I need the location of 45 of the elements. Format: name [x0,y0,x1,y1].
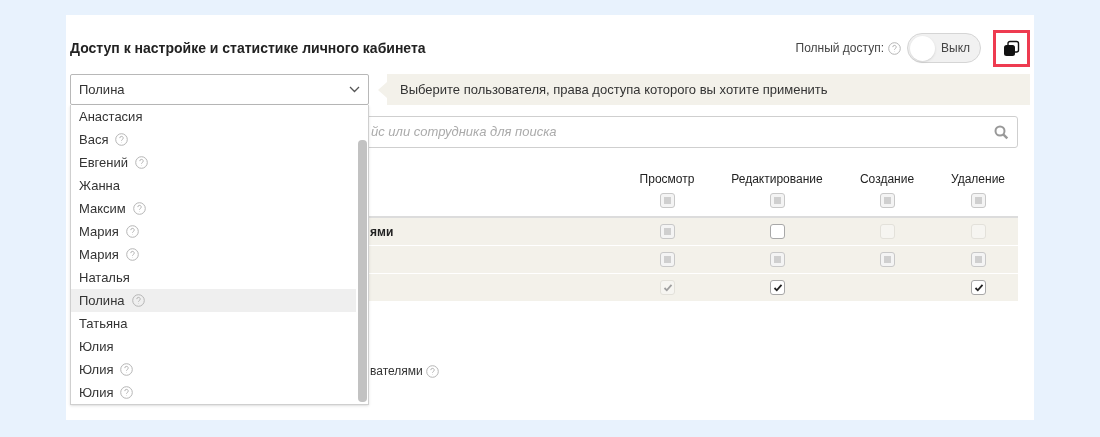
full-access-label: Полный доступ: [795,40,884,57]
help-icon[interactable] [131,294,145,307]
chevron-icon [349,86,360,93]
help-icon[interactable] [134,156,148,169]
column-header: Просмотр [639,171,695,188]
setting-label: вателями [370,363,423,380]
help-icon[interactable] [125,225,139,238]
check-icon [662,283,673,292]
column-header: Удаление [950,171,1005,188]
help-icon[interactable] [125,248,139,261]
hint-banner: Выберите пользователя, права доступа которого вы хотите применить [387,74,1030,105]
column-header: Редактирование [731,171,823,188]
user-select[interactable]: Полина [70,74,369,105]
checkbox[interactable] [879,193,895,208]
help-icon[interactable] [115,133,129,146]
checkbox[interactable] [970,252,986,267]
checkbox[interactable] [769,280,785,295]
help-icon[interactable] [132,202,146,215]
check-icon [772,283,783,292]
checkbox[interactable] [659,252,675,267]
scrollbar-thumb[interactable] [358,140,367,402]
checkbox[interactable] [659,193,675,208]
search-icon[interactable] [994,124,1009,140]
checkbox[interactable] [769,224,785,239]
check-icon [973,283,984,292]
help-icon[interactable] [120,363,134,376]
user-option[interactable]: Анастасия [71,105,356,128]
search-input[interactable]: йс или сотрудника для поиска [371,122,994,142]
help-icon[interactable] [425,364,439,378]
checkbox[interactable] [769,252,785,267]
checkbox[interactable] [879,252,895,267]
checkbox[interactable] [970,280,986,295]
user-option[interactable]: Полина [71,289,356,312]
checkbox[interactable] [970,193,986,208]
column-header: Создание [859,171,915,188]
checkbox[interactable] [659,224,675,239]
section-title: Доступ к настройке и статистике личного кабинета [70,38,426,58]
user-option[interactable]: Юлия [71,381,356,404]
help-icon[interactable] [120,386,134,399]
help-icon[interactable] [888,41,901,55]
checkbox[interactable] [769,193,785,208]
copy-icon [1003,39,1020,57]
full-access-toggle[interactable]: Выкл [907,33,981,63]
copy-button[interactable] [993,29,1030,67]
row-label: ями [370,223,394,241]
